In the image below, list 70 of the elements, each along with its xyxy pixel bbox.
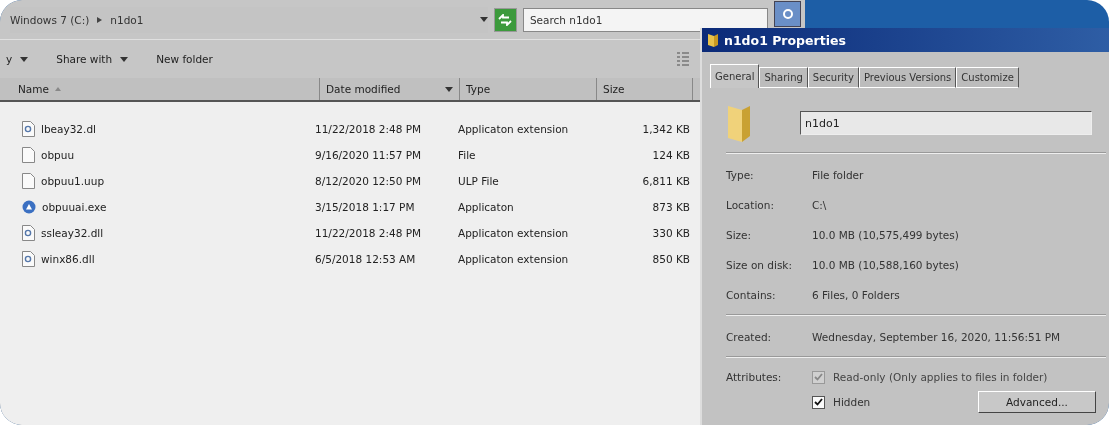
tab[interactable]: General [710, 64, 760, 88]
search-icon [781, 7, 794, 20]
column-header[interactable]: Name [0, 78, 320, 100]
size-cell-text: 1,342 KB [641, 123, 690, 135]
folder-icon [726, 104, 752, 142]
property-label: Contains: [726, 289, 777, 301]
type-cell-text: File [458, 149, 477, 161]
date-cell-text: 3/15/2018 1:17 PM [315, 201, 416, 213]
dialog-title: n1do1 Properties [724, 32, 846, 48]
column-header[interactable]: Type [460, 78, 597, 100]
property-value: C:\ [812, 199, 828, 211]
type-cell-text: Applicaton extension [458, 227, 570, 239]
refresh-arrows-icon [498, 13, 513, 26]
file-name[interactable]: winx86.dll [41, 253, 95, 265]
property-label: Location: [726, 199, 775, 211]
toolbar-button[interactable]: y [4, 51, 31, 67]
search-field[interactable]: Search n1do1 [522, 7, 769, 32]
size-cell-text: 850 KB [651, 253, 690, 265]
date-cell-text: 9/16/2020 11:57 PM [315, 149, 423, 161]
date-cell-text: 11/22/2018 2:48 PM [315, 227, 423, 239]
column-header[interactable]: Size [597, 78, 693, 100]
property-value: 6 Files, 0 Folders [812, 289, 901, 301]
file-name[interactable]: obpuuai.exe [42, 201, 107, 213]
toolbar-button[interactable]: New folder [154, 51, 215, 67]
property-label: Created: [726, 331, 773, 343]
caret-icon[interactable] [445, 86, 453, 92]
size-cell-text: 6,811 KB [641, 175, 690, 187]
column-header[interactable]: Date modified [320, 78, 460, 100]
advanced-button[interactable]: Advanced... [978, 391, 1096, 413]
property-label: Size: [726, 229, 753, 241]
caret-icon [480, 17, 488, 22]
folder-name-field[interactable]: n1do1 [800, 111, 1092, 135]
tab[interactable]: Previous Versions [858, 67, 957, 88]
property-value: Wednesday, September 16, 2020, 11:56:51 PM [812, 331, 1062, 343]
type-cell-text: Applicaton extension [458, 253, 570, 265]
caret-icon [20, 56, 29, 62]
tab[interactable]: Sharing [759, 67, 808, 88]
property-label: Type: [726, 169, 755, 181]
tab[interactable]: Customize [956, 67, 1019, 88]
size-cell-text: 124 KB [651, 149, 690, 161]
file-name[interactable]: obpuu [41, 149, 75, 161]
circle-app-icon [22, 200, 36, 214]
date-cell-text: 6/5/2018 12:53 AM [315, 253, 417, 265]
property-label: Size on disk: [726, 259, 793, 271]
property-value: 10.0 MB (10,575,499 bytes) [812, 229, 960, 241]
breadcrumb[interactable]: n1do1 [110, 13, 144, 26]
chevron-icon [97, 16, 103, 23]
date-cell-text: 8/12/2020 12:50 PM [315, 175, 423, 187]
type-cell-text: Applicaton [458, 201, 515, 213]
type-cell-text: ULP File [458, 175, 500, 187]
size-cell-text: 330 KB [651, 227, 690, 239]
breadcrumb[interactable]: Windows 7 (C:) [10, 13, 90, 26]
file-name[interactable]: lbeay32.dl [41, 123, 96, 135]
type-cell-text: Applicaton extension [458, 123, 570, 135]
file-icon [22, 173, 35, 189]
search-button[interactable] [774, 0, 801, 27]
size-cell-text: 873 KB [651, 201, 690, 213]
file-name[interactable]: ssleay32.dll [41, 227, 104, 239]
refresh-button[interactable] [494, 7, 517, 32]
file-icon [22, 147, 35, 163]
toolbar-button[interactable]: Share with [54, 51, 131, 67]
property-value: 10.0 MB (10,588,160 bytes) [812, 259, 960, 271]
date-cell-text: 11/22/2018 2:48 PM [315, 123, 423, 135]
caret-icon [120, 56, 129, 62]
property-value: File folder [812, 169, 865, 181]
checkbox-label[interactable]: Hidden [833, 396, 871, 408]
property-label: Attributes: [726, 371, 783, 383]
file-name[interactable]: obpuu1.uup [41, 175, 105, 187]
tab[interactable]: Security [807, 67, 859, 88]
folder-icon [708, 33, 718, 47]
